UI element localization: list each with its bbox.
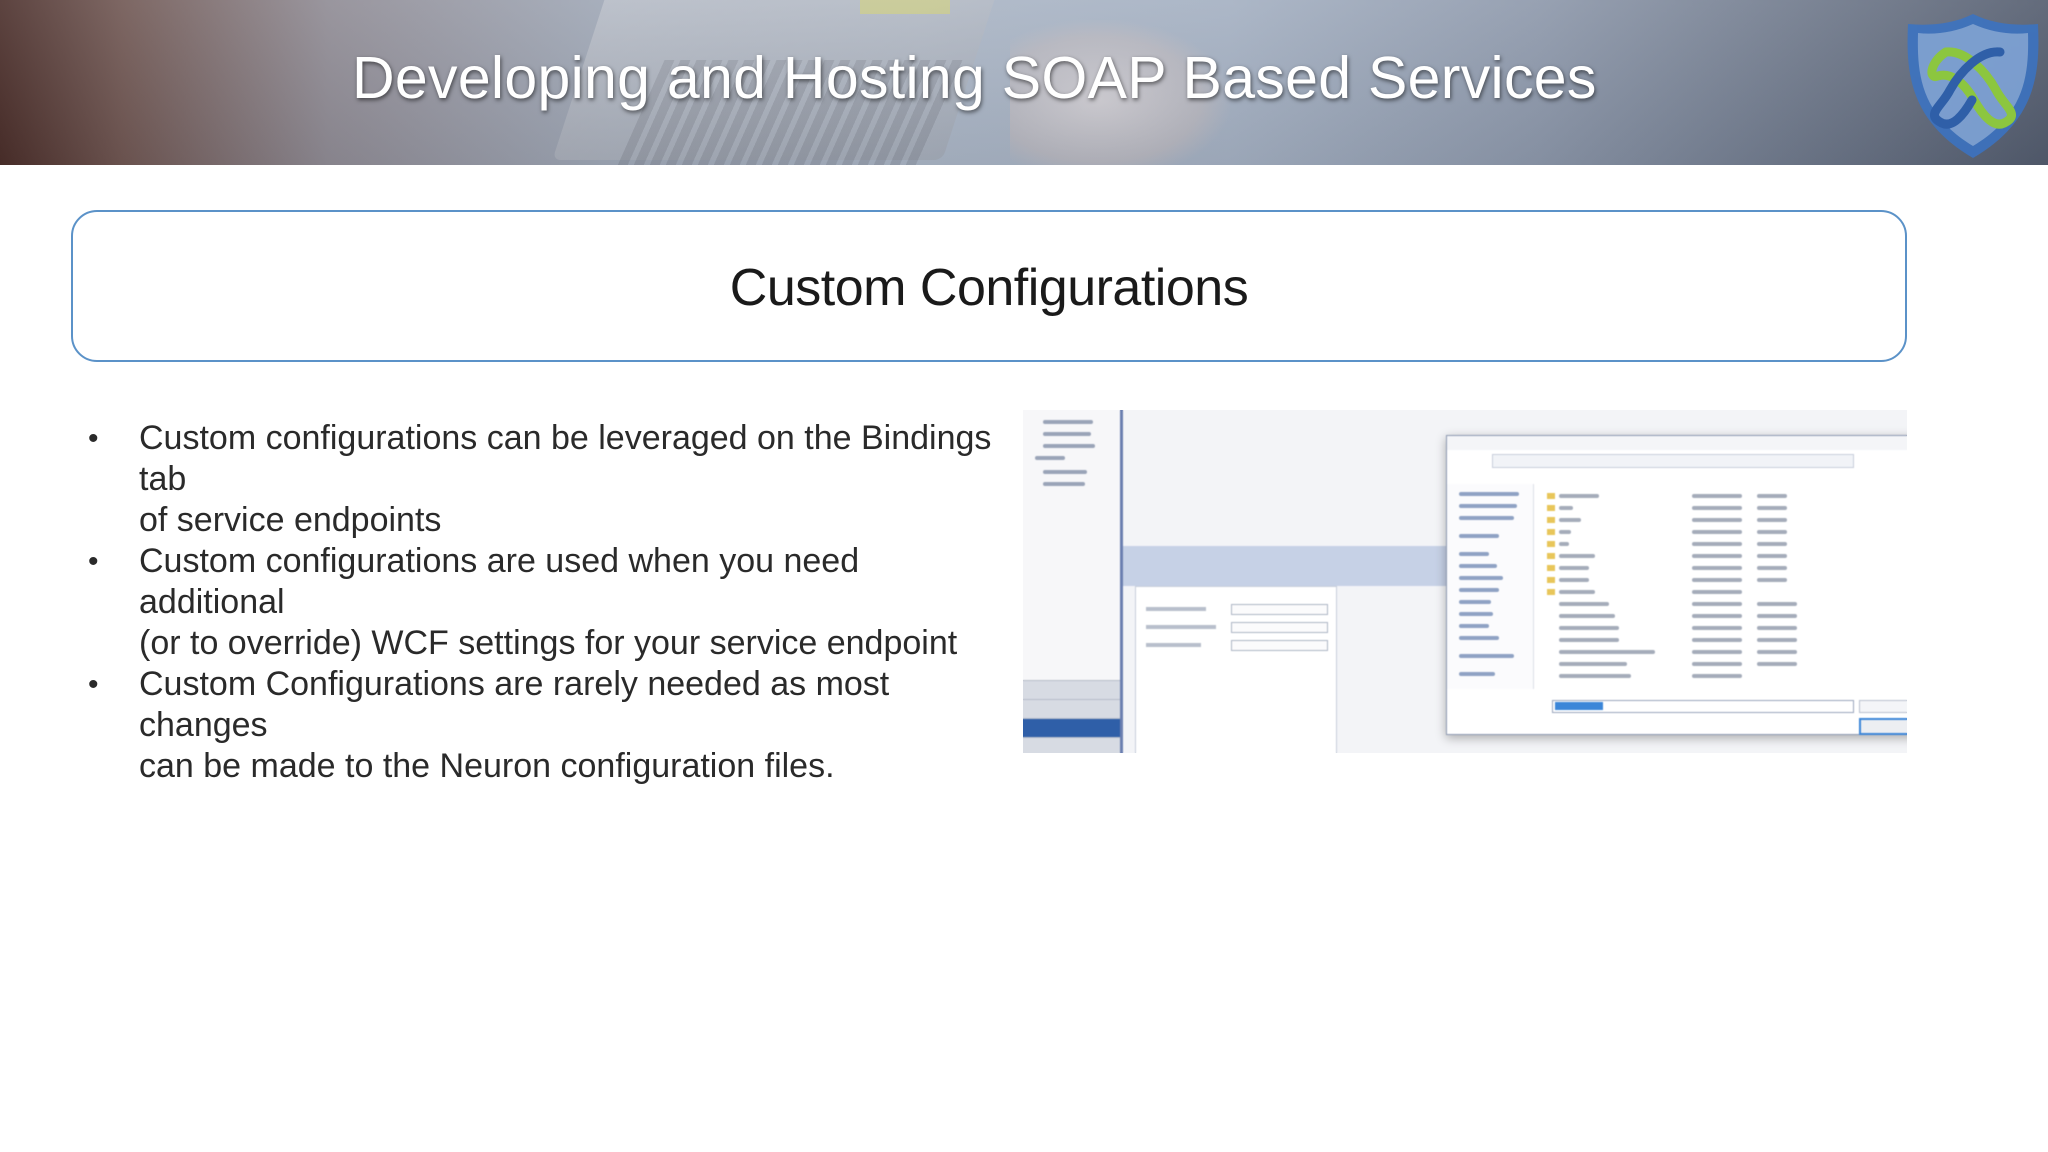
bullet-dot-icon: • bbox=[88, 545, 99, 578]
bullet-dot-icon: • bbox=[88, 422, 99, 455]
bullet-list: • Custom configurations can be leveraged… bbox=[84, 418, 1014, 787]
slide-header-title: Developing and Hosting SOAP Based Servic… bbox=[352, 45, 1597, 111]
shield-logo-icon bbox=[1907, 14, 2039, 158]
subtitle-box: Custom Configurations bbox=[71, 210, 1907, 362]
bullet-line: Custom configurations are used when you … bbox=[139, 542, 860, 621]
header-banner: Developing and Hosting SOAP Based Servic… bbox=[0, 0, 2048, 165]
embedded-screenshot-open-config-dialog bbox=[1023, 410, 1907, 753]
bullet-line: can be made to the Neuron configuration … bbox=[139, 747, 835, 785]
slide-subtitle: Custom Configurations bbox=[729, 259, 1249, 317]
bullet-item: • Custom configurations are used when yo… bbox=[84, 541, 1014, 664]
bullet-line: Custom Configurations are rarely needed … bbox=[139, 665, 890, 744]
bullet-line: (or to override) WCF settings for your s… bbox=[139, 624, 958, 662]
bullet-line: Custom configurations can be leveraged o… bbox=[139, 419, 992, 498]
bullet-item: • Custom configurations can be leveraged… bbox=[84, 418, 1014, 541]
bullet-line: of service endpoints bbox=[139, 501, 442, 539]
bullet-dot-icon: • bbox=[88, 668, 99, 701]
bullet-item: • Custom Configurations are rarely neede… bbox=[84, 664, 1014, 787]
